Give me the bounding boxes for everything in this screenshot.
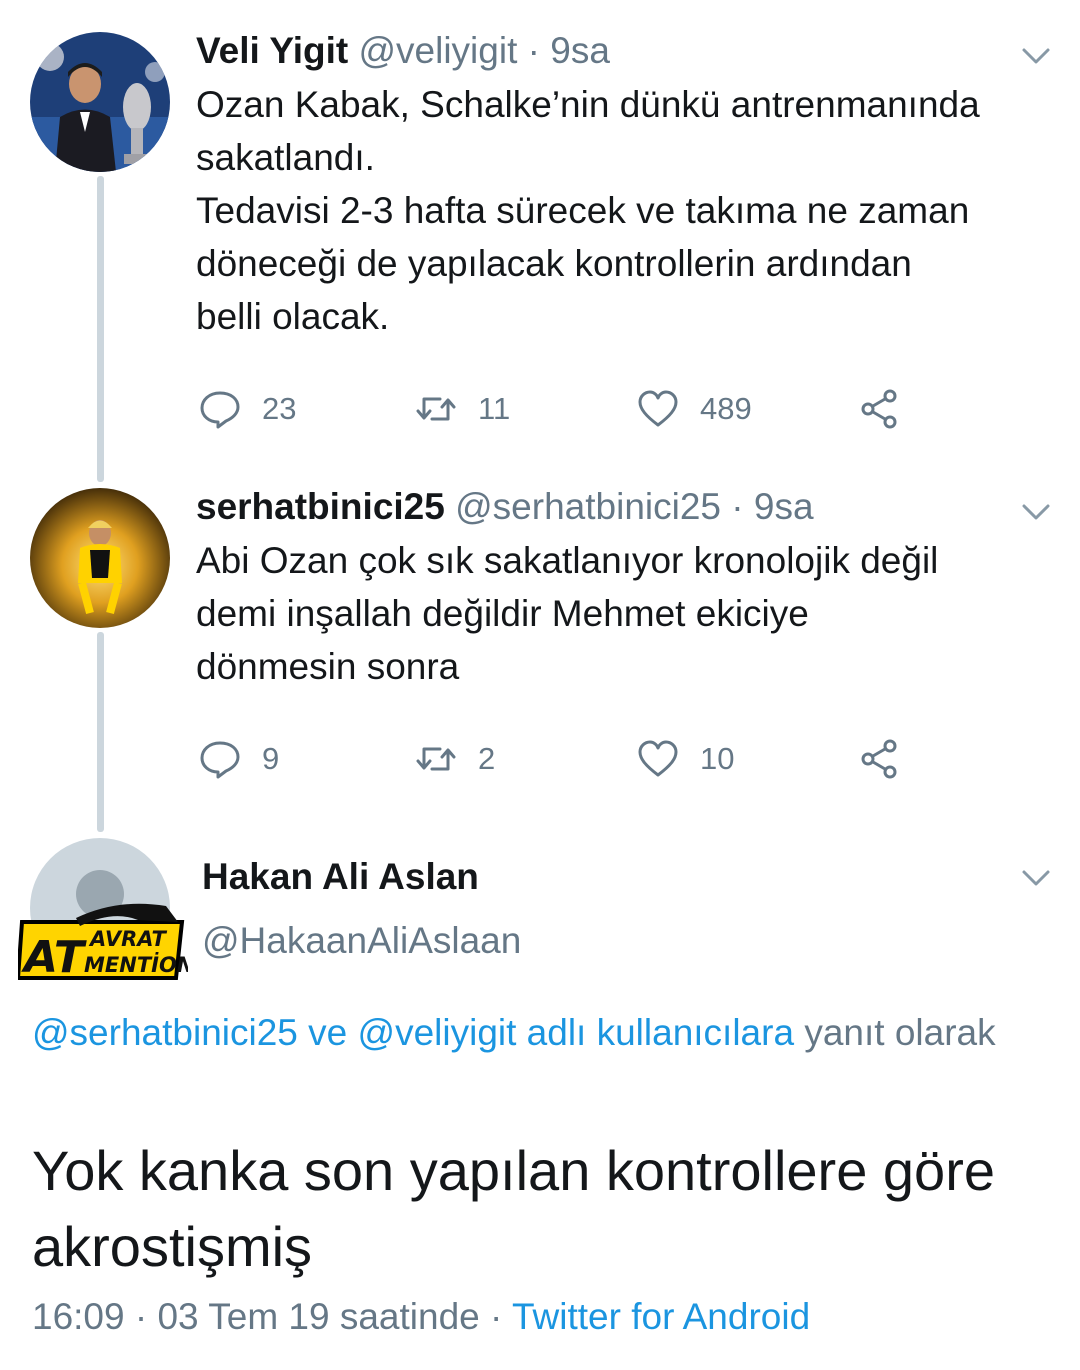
mention-link[interactable]: @serhatbinici25 [32, 1012, 298, 1053]
mention-link[interactable]: @veliyigit adlı kullanıcılara [358, 1012, 795, 1053]
chevron-down-icon[interactable] [1016, 36, 1056, 76]
logo-text-mention: MENTİON [84, 952, 188, 977]
user-handle[interactable]: @veliyigit [358, 30, 517, 71]
reply-context-and: ve [297, 1012, 358, 1053]
logo-text-at: AT [21, 932, 87, 982]
share-button[interactable] [858, 384, 902, 434]
user-handle[interactable]: @serhatbinici25 [455, 486, 721, 527]
chevron-down-icon[interactable] [1016, 858, 1056, 898]
reply-context-suffix: yanıt olarak [794, 1012, 996, 1053]
reply-count: 23 [262, 391, 297, 426]
reply-context: @serhatbinici25 ve @veliyigit adlı kulla… [32, 1006, 1032, 1059]
tweet-actions: 23 11 489 [196, 384, 916, 434]
tweet-time[interactable]: 9sa [550, 30, 610, 71]
thread-connector [97, 632, 104, 832]
reply-button[interactable]: 23 [198, 384, 296, 434]
like-count: 10 [700, 741, 735, 776]
user-name[interactable]: Hakan Ali Aslan [202, 856, 479, 897]
user-name[interactable]: serhatbinici25 [196, 486, 445, 527]
share-icon [861, 389, 897, 429]
meta-separator: · [721, 486, 754, 527]
like-icon [638, 390, 678, 427]
like-button[interactable]: 489 [636, 384, 752, 434]
retweet-button[interactable]: 11 [414, 384, 510, 434]
reply-count: 9 [262, 741, 280, 776]
share-icon [861, 739, 897, 779]
reply-icon [200, 391, 240, 429]
tweet-timestamp: 16:09 · 03 Tem 19 saatinde [32, 1296, 480, 1337]
footer-separator: · [479, 1296, 512, 1337]
reply-icon [200, 741, 240, 779]
main-tweet-text: Yok kanka son yapılan kontrollere göre a… [32, 1139, 995, 1278]
retweet-icon [416, 397, 456, 421]
like-count: 489 [700, 391, 752, 426]
share-button[interactable] [858, 734, 902, 784]
user-name[interactable]: Veli Yigit [196, 30, 348, 71]
retweet-button[interactable]: 2 [414, 734, 495, 784]
tweet-footer: 16:09 · 03 Tem 19 saatinde · Twitter for… [32, 1296, 810, 1338]
reply-button[interactable]: 9 [198, 734, 279, 784]
tweet-actions: 9 2 10 [196, 734, 916, 784]
like-button[interactable]: 10 [636, 734, 734, 784]
avatar[interactable] [30, 488, 170, 628]
tweet-text: Ozan Kabak, Schalke’nin dünkü antrenmanı… [196, 84, 980, 337]
retweet-count: 2 [478, 741, 496, 776]
tweet-time[interactable]: 9sa [754, 486, 814, 527]
chevron-down-icon[interactable] [1016, 492, 1056, 532]
tweet-text: Abi Ozan çok sık sakatlanıyor kronolojik… [196, 540, 939, 687]
user-handle[interactable]: @HakaanAliAslaan [202, 920, 521, 961]
tweet-header: Veli Yigit @veliyigit · 9sa [196, 30, 610, 72]
retweet-icon [416, 747, 456, 771]
main-tweet-handle: @HakaanAliAslaan [202, 920, 521, 962]
tweet-header: serhatbinici25 @serhatbinici25 · 9sa [196, 486, 814, 528]
like-icon [638, 740, 678, 777]
retweet-count: 11 [478, 391, 511, 426]
logo-text-avrat: AVRAT [88, 927, 167, 951]
tweet-thread-page: Veli Yigit @veliyigit · 9sa Ozan Kabak, … [0, 0, 1080, 1370]
thread-connector [97, 176, 104, 482]
main-tweet-name: Hakan Ali Aslan [202, 856, 479, 898]
avatar[interactable] [30, 32, 170, 172]
tweet-source-link[interactable]: Twitter for Android [512, 1296, 810, 1337]
avrat-mention-logo: AT AVRAT MENTİON [15, 896, 195, 983]
meta-separator: · [517, 30, 551, 71]
